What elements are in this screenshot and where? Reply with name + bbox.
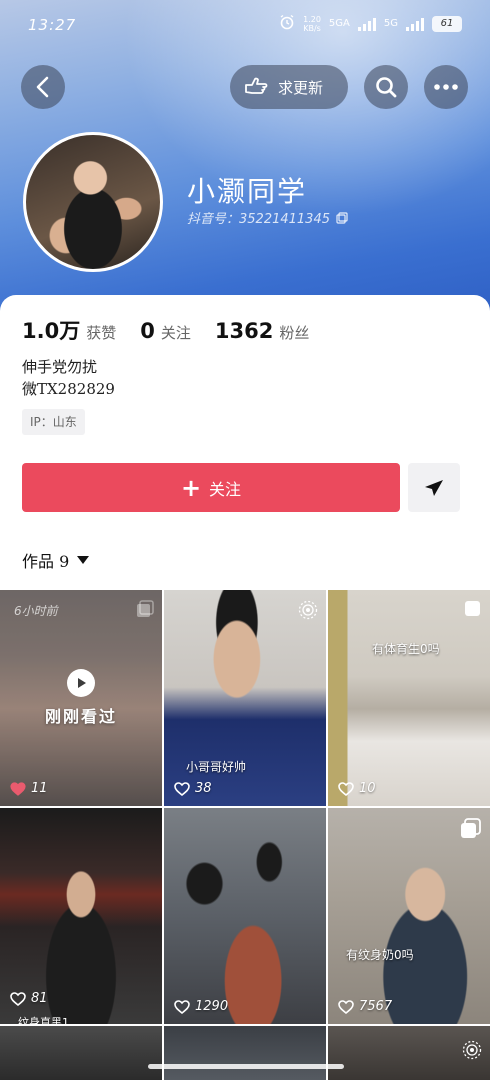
play-icon: [67, 669, 95, 697]
search-icon: [376, 77, 397, 98]
chevron-left-icon: [36, 76, 49, 98]
alarm-icon: [279, 14, 295, 33]
multi-photo-icon: [460, 818, 482, 844]
time-ago-label: 6小时前: [14, 604, 58, 618]
watched-overlay: 刚刚看过: [0, 590, 162, 806]
video-tile-4[interactable]: 81 纹身真黑1: [0, 808, 162, 1024]
followers-count[interactable]: 1362: [215, 319, 273, 343]
ip-location-badge: IP：山东: [22, 409, 85, 435]
video-tile-7[interactable]: [0, 1026, 162, 1080]
tile-likes: 1290: [174, 999, 228, 1014]
video-tile-2[interactable]: 小哥哥好帅 38: [164, 590, 326, 806]
tile-likes: 11: [10, 781, 48, 796]
status-bar: 13:27 1.20 KB/s 5GA 5G 61: [0, 0, 490, 52]
following-label[interactable]: 关注: [161, 322, 191, 343]
heart-icon: [338, 999, 354, 1014]
request-update-button[interactable]: 求更新: [230, 65, 348, 109]
works-tab[interactable]: 作品 9: [22, 548, 90, 572]
tile-caption: 小哥哥好帅: [186, 760, 247, 774]
video-tile-8[interactable]: [164, 1026, 326, 1080]
followers-label[interactable]: 粉丝: [279, 322, 309, 343]
tile-likes: 81: [10, 991, 48, 1006]
following-count[interactable]: 0: [140, 319, 155, 343]
net-type-label: 5GA: [328, 18, 350, 29]
signal-icon-2: [406, 17, 424, 31]
tile-caption: 有体育生0吗: [372, 642, 440, 656]
tile-caption: 有纹身奶0吗: [346, 948, 414, 962]
works-tab-label: 作品 9: [22, 552, 70, 571]
hand-point-icon: [245, 77, 268, 94]
recently-watched-label: 刚刚看过: [44, 707, 117, 726]
profile-avatar[interactable]: [23, 132, 163, 272]
multi-photo-icon: [136, 600, 154, 622]
likes-label: 获赞: [86, 324, 117, 342]
send-icon: [425, 479, 443, 496]
battery-icon: 61: [432, 15, 462, 32]
profile-bio: 伸手党勿扰 微TX282829: [22, 356, 115, 400]
plus-icon: +: [180, 473, 202, 502]
heart-icon: [10, 781, 26, 796]
profile-stats: 1.0万 获赞 0 关注 1362 粉丝: [22, 315, 333, 345]
back-button[interactable]: [21, 65, 65, 109]
tile-caption: 纹身真黑1: [18, 1016, 69, 1024]
signal-icon: [357, 17, 376, 31]
douyin-id[interactable]: 抖音号：35221411345: [187, 208, 348, 227]
status-time: 13:27: [28, 16, 77, 34]
copy-icon[interactable]: [336, 211, 348, 224]
video-tile-9[interactable]: [328, 1026, 490, 1080]
video-tile-1[interactable]: 6小时前 刚刚看过 11: [0, 590, 162, 806]
search-button[interactable]: [364, 65, 408, 109]
home-indicator[interactable]: [148, 1064, 344, 1069]
live-photo-icon: [298, 600, 318, 624]
video-tile-5[interactable]: 1290: [164, 808, 326, 1024]
bio-line-2: 微TX282829: [22, 380, 115, 398]
douyin-id-text: 抖音号：35221411345: [187, 212, 330, 227]
likes-count: 1.0万: [22, 319, 81, 343]
request-update-label: 求更新: [278, 78, 324, 97]
network-speed: 1.20 KB/s: [303, 14, 321, 33]
more-options-button[interactable]: [424, 65, 468, 109]
video-tile-6[interactable]: 有纹身奶0吗 7567: [328, 808, 490, 1024]
tile-likes: 10: [338, 781, 376, 796]
bio-line-1: 伸手党勿扰: [22, 358, 98, 376]
share-button[interactable]: [408, 463, 460, 512]
heart-icon: [10, 991, 26, 1006]
more-dots-icon: [434, 84, 458, 90]
heart-icon: [338, 781, 354, 796]
tile-likes: 7567: [338, 999, 392, 1014]
video-tile-3[interactable]: 有体育生0吗 10: [328, 590, 490, 806]
profile-name: 小灏同学: [187, 175, 308, 208]
follow-label: 关注: [209, 479, 242, 499]
status-icons: 1.20 KB/s 5GA 5G 61: [279, 14, 462, 33]
multi-photo-icon: [464, 600, 482, 622]
dropdown-triangle-icon: [77, 556, 90, 564]
follow-button[interactable]: + 关注: [22, 463, 400, 512]
live-photo-icon: [462, 1040, 482, 1064]
tile-likes: 38: [174, 781, 212, 796]
net-type-label-2: 5G: [383, 18, 398, 29]
heart-icon: [174, 781, 190, 796]
heart-icon: [174, 999, 190, 1014]
